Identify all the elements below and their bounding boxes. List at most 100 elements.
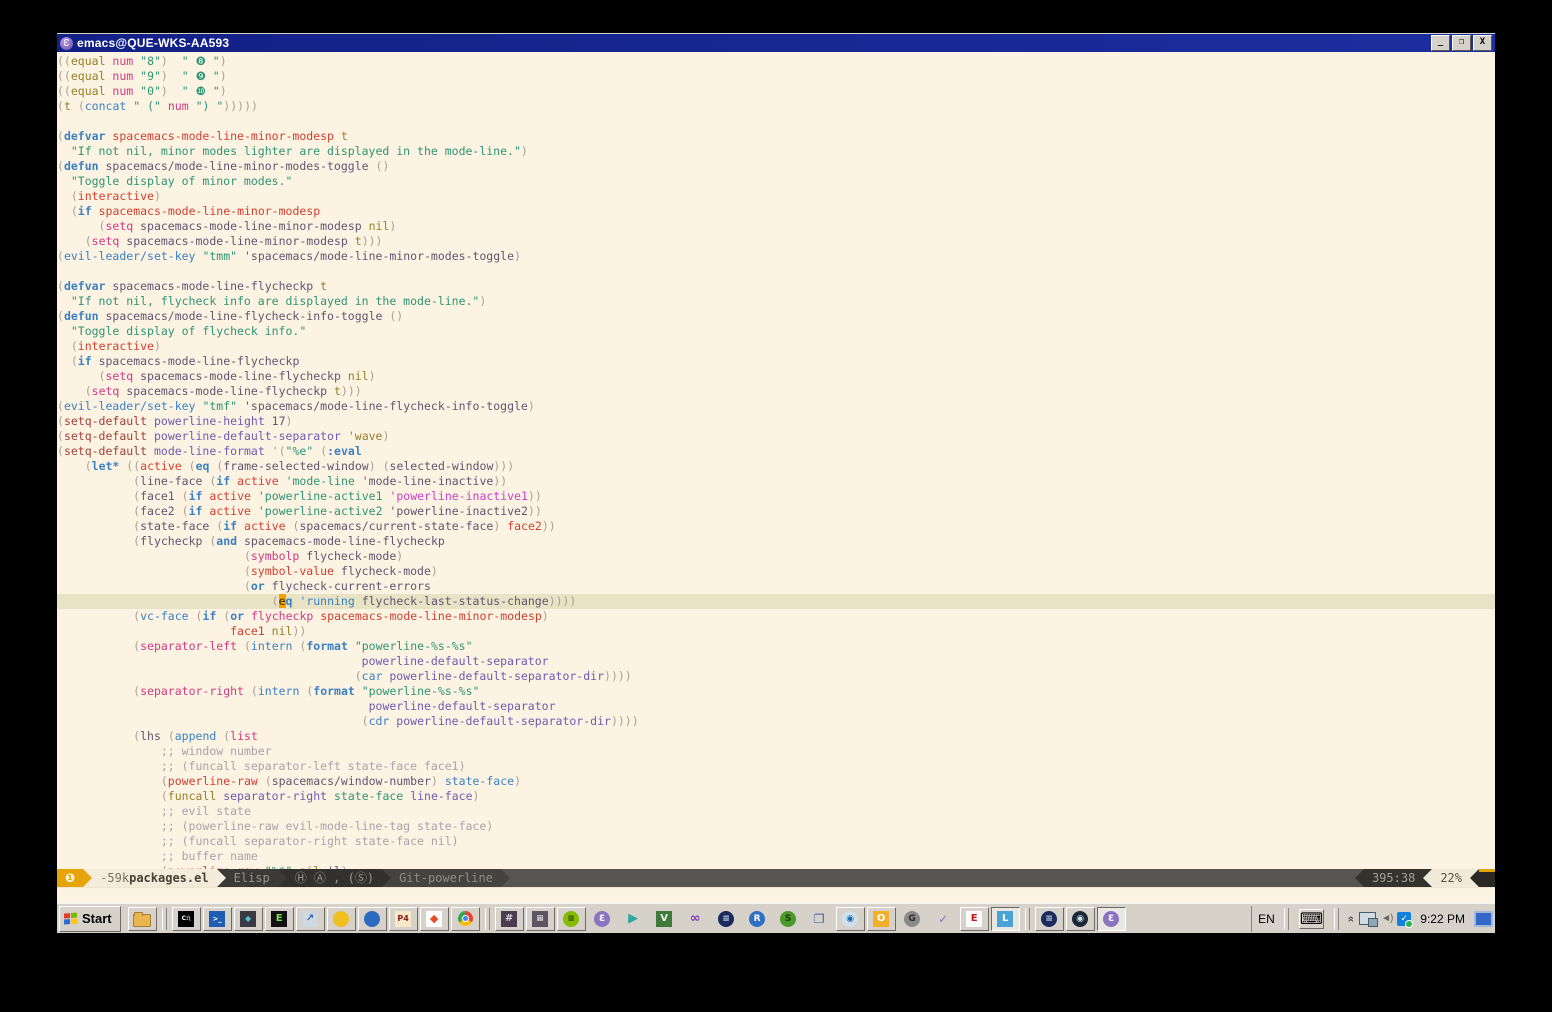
app-steam-icon: ◉ bbox=[1072, 911, 1088, 927]
taskbar-app-l-blue[interactable]: L bbox=[991, 907, 1020, 931]
code-line: (defvar spacemacs-mode-line-minor-modesp… bbox=[57, 129, 1495, 144]
taskbar-app-dual-screens[interactable]: ❐ bbox=[805, 907, 834, 931]
code-line: (t (concat " (" num ") "))))) bbox=[57, 99, 1495, 114]
code-line: (setq spacemacs-mode-line-minor-modesp t… bbox=[57, 234, 1495, 249]
taskbar-app-perforce[interactable]: P4 bbox=[389, 907, 418, 931]
keyboard-icon[interactable]: ⌨ bbox=[1299, 909, 1324, 929]
code-line: (evil-leader/set-key "tmm" 'spacemacs/mo… bbox=[57, 249, 1495, 264]
powerline-modeline[interactable]: ❶ - 59k packages.el Elisp Ⓗ Ⓐ , (Ⓢ) Git-powe… bbox=[57, 869, 1495, 887]
network-icon[interactable] bbox=[1359, 912, 1376, 925]
app-snake-icon: S bbox=[780, 911, 796, 927]
windows-taskbar: Start C:\>_◆E↗P4◆#ⅲ≡Ɛ▶V∞≡RS❐◉OG✓EL≡◉Ɛ EN… bbox=[57, 903, 1495, 933]
code-line: "Toggle display of minor modes." bbox=[57, 174, 1495, 189]
taskbar-app-eclipse-2[interactable]: ≡ bbox=[1035, 907, 1064, 931]
taskbar-clock[interactable]: 9:22 PM bbox=[1420, 912, 1465, 926]
taskbar-app-media[interactable]: ◆ bbox=[234, 907, 263, 931]
app-cyberduck-icon bbox=[333, 911, 349, 927]
app-eclipse-icon: ≡ bbox=[718, 911, 734, 927]
tray-expand-icon[interactable]: » bbox=[1345, 915, 1357, 921]
taskbar-app-remote-pc[interactable]: ↗ bbox=[296, 907, 325, 931]
taskbar-app-tiles[interactable]: ⅲ bbox=[526, 907, 555, 931]
taskbar-app-spotify[interactable]: ≡ bbox=[557, 907, 586, 931]
close-button[interactable]: X bbox=[1473, 35, 1492, 51]
taskbar-app-cmd[interactable]: C:\ bbox=[172, 907, 201, 931]
modeline-part: - bbox=[100, 869, 107, 887]
code-line: (symbol-value flycheck-mode) bbox=[57, 564, 1495, 579]
code-line: (interactive) bbox=[57, 189, 1495, 204]
tray-divider bbox=[1284, 908, 1289, 930]
app-v-bird-icon: ✓ bbox=[935, 911, 951, 927]
taskbar-app-red-e[interactable]: E bbox=[960, 907, 989, 931]
dropbox-icon[interactable]: ✓ bbox=[1397, 912, 1411, 926]
start-button[interactable]: Start bbox=[59, 906, 121, 932]
code-line: (cdr powerline-default-separator-dir)))) bbox=[57, 714, 1495, 729]
taskbar-app-emacs-active[interactable]: Ɛ bbox=[1097, 907, 1126, 931]
taskbar-app-emacs-terminal[interactable]: E bbox=[265, 907, 294, 931]
app-powershell-icon: >_ bbox=[209, 911, 225, 927]
taskbar-app-steam[interactable]: ◉ bbox=[1066, 907, 1095, 931]
code-line: (or flycheck-current-errors bbox=[57, 579, 1495, 594]
code-line: (powerline-raw (spacemacs/window-number)… bbox=[57, 774, 1495, 789]
modeline-vc-branch[interactable]: Git-powerline bbox=[391, 869, 501, 887]
taskbar-app-emacs-sphere[interactable]: Ɛ bbox=[588, 907, 617, 931]
code-line bbox=[57, 264, 1495, 279]
code-line: ((equal num "0") " ❿ ") bbox=[57, 84, 1495, 99]
taskbar-app-cyberduck[interactable] bbox=[327, 907, 356, 931]
modeline-minor-modes[interactable]: Ⓗ Ⓐ , (Ⓢ) bbox=[287, 869, 382, 887]
code-line: (defvar spacemacs-mode-line-flycheckp t bbox=[57, 279, 1495, 294]
app-perforce-icon: P4 bbox=[395, 911, 411, 927]
app-gimp-icon: G bbox=[904, 911, 920, 927]
taskbar-app-blue-sphere[interactable] bbox=[358, 907, 387, 931]
taskbar-app-infinity[interactable]: ∞ bbox=[681, 907, 710, 931]
modeline-filler[interactable] bbox=[510, 869, 1355, 887]
powerline-separator bbox=[1355, 869, 1364, 887]
text-cursor: e bbox=[279, 594, 286, 608]
taskbar-app-snake[interactable]: S bbox=[774, 907, 803, 931]
code-line: "If not nil, minor modes lighter are dis… bbox=[57, 144, 1495, 159]
window-titlebar[interactable]: Ɛ emacs@QUE-WKS-AA593 _ ❐ X bbox=[57, 34, 1495, 52]
code-line: (eq 'running flycheck-last-status-change… bbox=[57, 594, 1495, 609]
taskbar-app-hash[interactable]: # bbox=[495, 907, 524, 931]
modeline-major-mode[interactable]: Elisp bbox=[226, 869, 278, 887]
minimize-button[interactable]: _ bbox=[1431, 35, 1450, 51]
code-line: (separator-left (intern (format "powerli… bbox=[57, 639, 1495, 654]
modeline-position[interactable]: 395:38 bbox=[1364, 869, 1423, 887]
taskbar-quick-launch-folder[interactable] bbox=[128, 907, 157, 931]
code-line: ;; (powerline-raw evil-mode-line-tag sta… bbox=[57, 819, 1495, 834]
taskbar-app-gimp[interactable]: G bbox=[898, 907, 927, 931]
code-line: (face1 (if active 'powerline-active1 'po… bbox=[57, 489, 1495, 504]
code-line: (funcall separator-right state-face line… bbox=[57, 789, 1495, 804]
powerline-separator bbox=[278, 869, 287, 887]
show-desktop-icon[interactable] bbox=[1474, 911, 1493, 927]
modeline-buffer-info[interactable]: - 59k packages.el bbox=[92, 869, 216, 887]
code-line: (vc-face (if (or flycheckp spacemacs-mod… bbox=[57, 609, 1495, 624]
taskbar-app-outlook[interactable]: O bbox=[867, 907, 896, 931]
echo-area[interactable] bbox=[57, 887, 1495, 904]
code-line: ;; (funcall separator-left state-face fa… bbox=[57, 759, 1495, 774]
code-line: (interactive) bbox=[57, 339, 1495, 354]
speaker-icon[interactable]: ◄) bbox=[1381, 913, 1392, 924]
language-indicator[interactable]: EN bbox=[1258, 912, 1275, 926]
code-line: (if spacemacs-mode-line-flycheckp bbox=[57, 354, 1495, 369]
app-red-e-icon: E bbox=[966, 911, 982, 927]
taskbar-grip bbox=[162, 908, 167, 930]
taskbar-app-play-store[interactable]: ▶ bbox=[619, 907, 648, 931]
taskbar-app-powershell[interactable]: >_ bbox=[203, 907, 232, 931]
code-buffer[interactable]: ((equal num "8") " ❽ ")((equal num "9") … bbox=[57, 52, 1495, 869]
app-play-store-icon: ▶ bbox=[625, 911, 641, 927]
code-line: (setq-default powerline-default-separato… bbox=[57, 429, 1495, 444]
code-line: (evil-leader/set-key "tmf" 'spacemacs/mo… bbox=[57, 399, 1495, 414]
code-line: (if spacemacs-mode-line-minor-modesp bbox=[57, 204, 1495, 219]
taskbar-app-chrome[interactable] bbox=[451, 907, 480, 931]
emacs-app-icon: Ɛ bbox=[60, 37, 73, 50]
modeline-window-number[interactable]: ❶ bbox=[57, 869, 83, 887]
taskbar-app-gvim[interactable]: V bbox=[650, 907, 679, 931]
taskbar-app-eye[interactable]: ◉ bbox=[836, 907, 865, 931]
modeline-end-cap[interactable] bbox=[1479, 869, 1495, 887]
modeline-scroll-percent[interactable]: 22% bbox=[1432, 869, 1470, 887]
taskbar-app-eclipse[interactable]: ≡ bbox=[712, 907, 741, 931]
taskbar-app-r[interactable]: R bbox=[743, 907, 772, 931]
taskbar-app-v-bird[interactable]: ✓ bbox=[929, 907, 958, 931]
taskbar-app-red-diamond[interactable]: ◆ bbox=[420, 907, 449, 931]
restore-button[interactable]: ❐ bbox=[1452, 35, 1471, 51]
